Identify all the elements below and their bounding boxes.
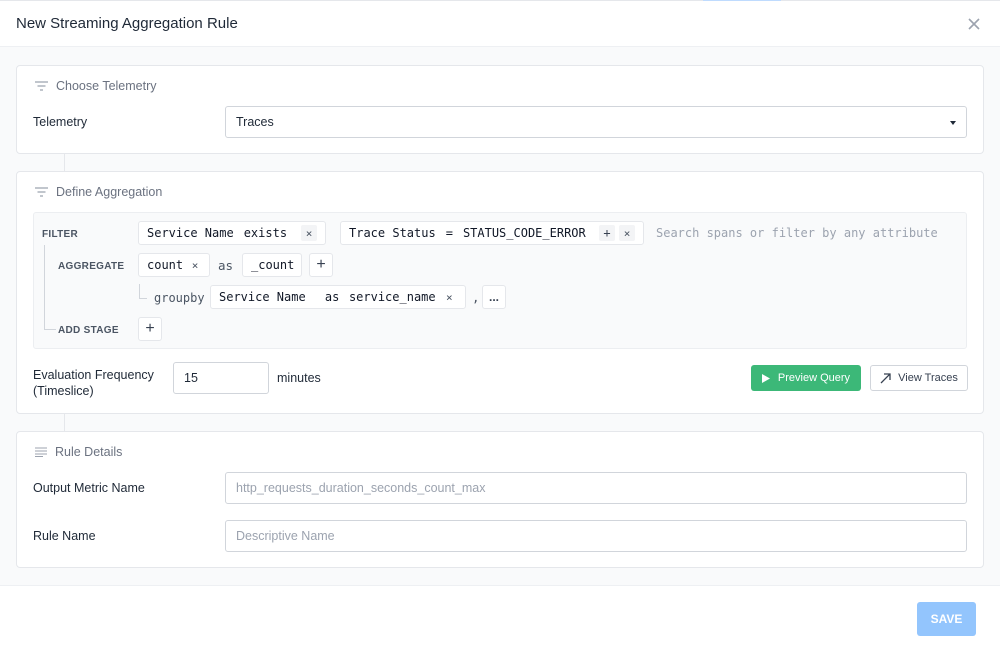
list-lines-icon (35, 447, 47, 457)
filter-field: Trace Status (349, 226, 436, 240)
modal-header: New Streaming Aggregation Rule (0, 1, 1000, 47)
evaluation-frequency-input[interactable]: 15 (173, 362, 269, 394)
groupby-keyword: groupby (154, 291, 205, 305)
filter-lines-icon (35, 187, 48, 197)
more-groupby-button[interactable]: ... (482, 285, 506, 309)
filter-lines-icon (35, 81, 48, 91)
aggregate-function-chip[interactable]: count × (138, 253, 210, 277)
output-metric-input[interactable]: http_requests_duration_seconds_count_max (225, 472, 967, 504)
groupby-separator: , (472, 290, 480, 305)
section-title: Rule Details (35, 445, 122, 459)
section-connector (64, 154, 65, 171)
preview-query-button[interactable]: Preview Query (751, 365, 861, 391)
rule-name-label: Rule Name (33, 529, 96, 543)
remove-filter-icon[interactable]: × (619, 225, 635, 241)
add-aggregate-button[interactable]: + (309, 253, 333, 277)
groupby-field: Service Name (219, 290, 306, 304)
aggregate-function: count (147, 258, 184, 272)
add-stage-button[interactable]: + (138, 317, 162, 341)
close-icon (968, 18, 980, 30)
filter-chip[interactable]: Service Name exists × (138, 221, 326, 245)
view-traces-button[interactable]: View Traces (870, 365, 968, 391)
filter-search-input[interactable]: Search spans or filter by any attribute (656, 226, 942, 240)
section-connector (64, 414, 65, 431)
aggregate-alias: _count (251, 258, 295, 272)
save-button[interactable]: SAVE (917, 602, 976, 636)
plus-icon: + (316, 256, 326, 273)
filter-operator: = (445, 226, 453, 240)
remove-filter-icon[interactable]: × (301, 225, 317, 241)
define-aggregation-card: Define Aggregation FILTER Service Name e… (16, 171, 984, 414)
tree-line (139, 298, 147, 299)
telemetry-selected-value: Traces (236, 115, 274, 129)
tree-line (44, 245, 45, 329)
remove-groupby-icon[interactable]: × (442, 289, 457, 305)
aggregate-as-label: as (218, 258, 234, 273)
more-label: ... (488, 290, 499, 304)
groupby-chip[interactable]: Service Name as service_name × (210, 285, 466, 309)
choose-telemetry-card: Choose Telemetry Telemetry Traces (16, 65, 984, 154)
evaluation-frequency-label: Evaluation Frequency (Timeslice) (33, 368, 154, 398)
telemetry-label: Telemetry (33, 115, 88, 129)
output-metric-label: Output Metric Name (33, 481, 145, 495)
tree-line (44, 329, 56, 330)
choose-telemetry-title: Choose Telemetry (56, 79, 157, 93)
filter-chip[interactable]: Trace Status = STATUS_CODE_ERROR + × (340, 221, 644, 245)
add-filter-icon[interactable]: + (599, 225, 615, 241)
rule-details-card: Rule Details Output Metric Name http_req… (16, 431, 984, 568)
add-stage-keyword: ADD STAGE (58, 325, 119, 336)
groupby-as-label: as (324, 290, 340, 304)
section-title: Choose Telemetry (35, 79, 157, 93)
modal-title: New Streaming Aggregation Rule (16, 15, 238, 32)
telemetry-select[interactable]: Traces (225, 106, 967, 138)
groupby-alias: service_name (348, 290, 436, 304)
remove-aggregate-icon[interactable]: × (189, 257, 201, 273)
query-builder: FILTER Service Name exists × Trace Statu… (33, 212, 967, 349)
filter-field: Service Name (147, 226, 234, 240)
external-arrow-icon (880, 372, 891, 383)
filter-operator: exists (243, 226, 288, 240)
tree-line (139, 284, 140, 298)
rule-details-title: Rule Details (55, 445, 123, 459)
filter-value: STATUS_CODE_ERROR (462, 226, 586, 240)
caret-down-icon (950, 121, 956, 125)
aggregate-alias-chip[interactable]: _count (242, 253, 302, 277)
aggregate-keyword: AGGREGATE (58, 261, 125, 272)
filter-keyword: FILTER (42, 229, 79, 240)
define-aggregation-title: Define Aggregation (56, 185, 163, 199)
rule-name-input[interactable]: Descriptive Name (225, 520, 967, 552)
plus-icon: + (145, 320, 155, 337)
close-button[interactable] (964, 14, 984, 34)
section-title: Define Aggregation (35, 185, 162, 199)
modal-footer: SAVE (0, 585, 1000, 651)
evaluation-unit: minutes (277, 371, 321, 385)
play-icon (761, 373, 770, 383)
